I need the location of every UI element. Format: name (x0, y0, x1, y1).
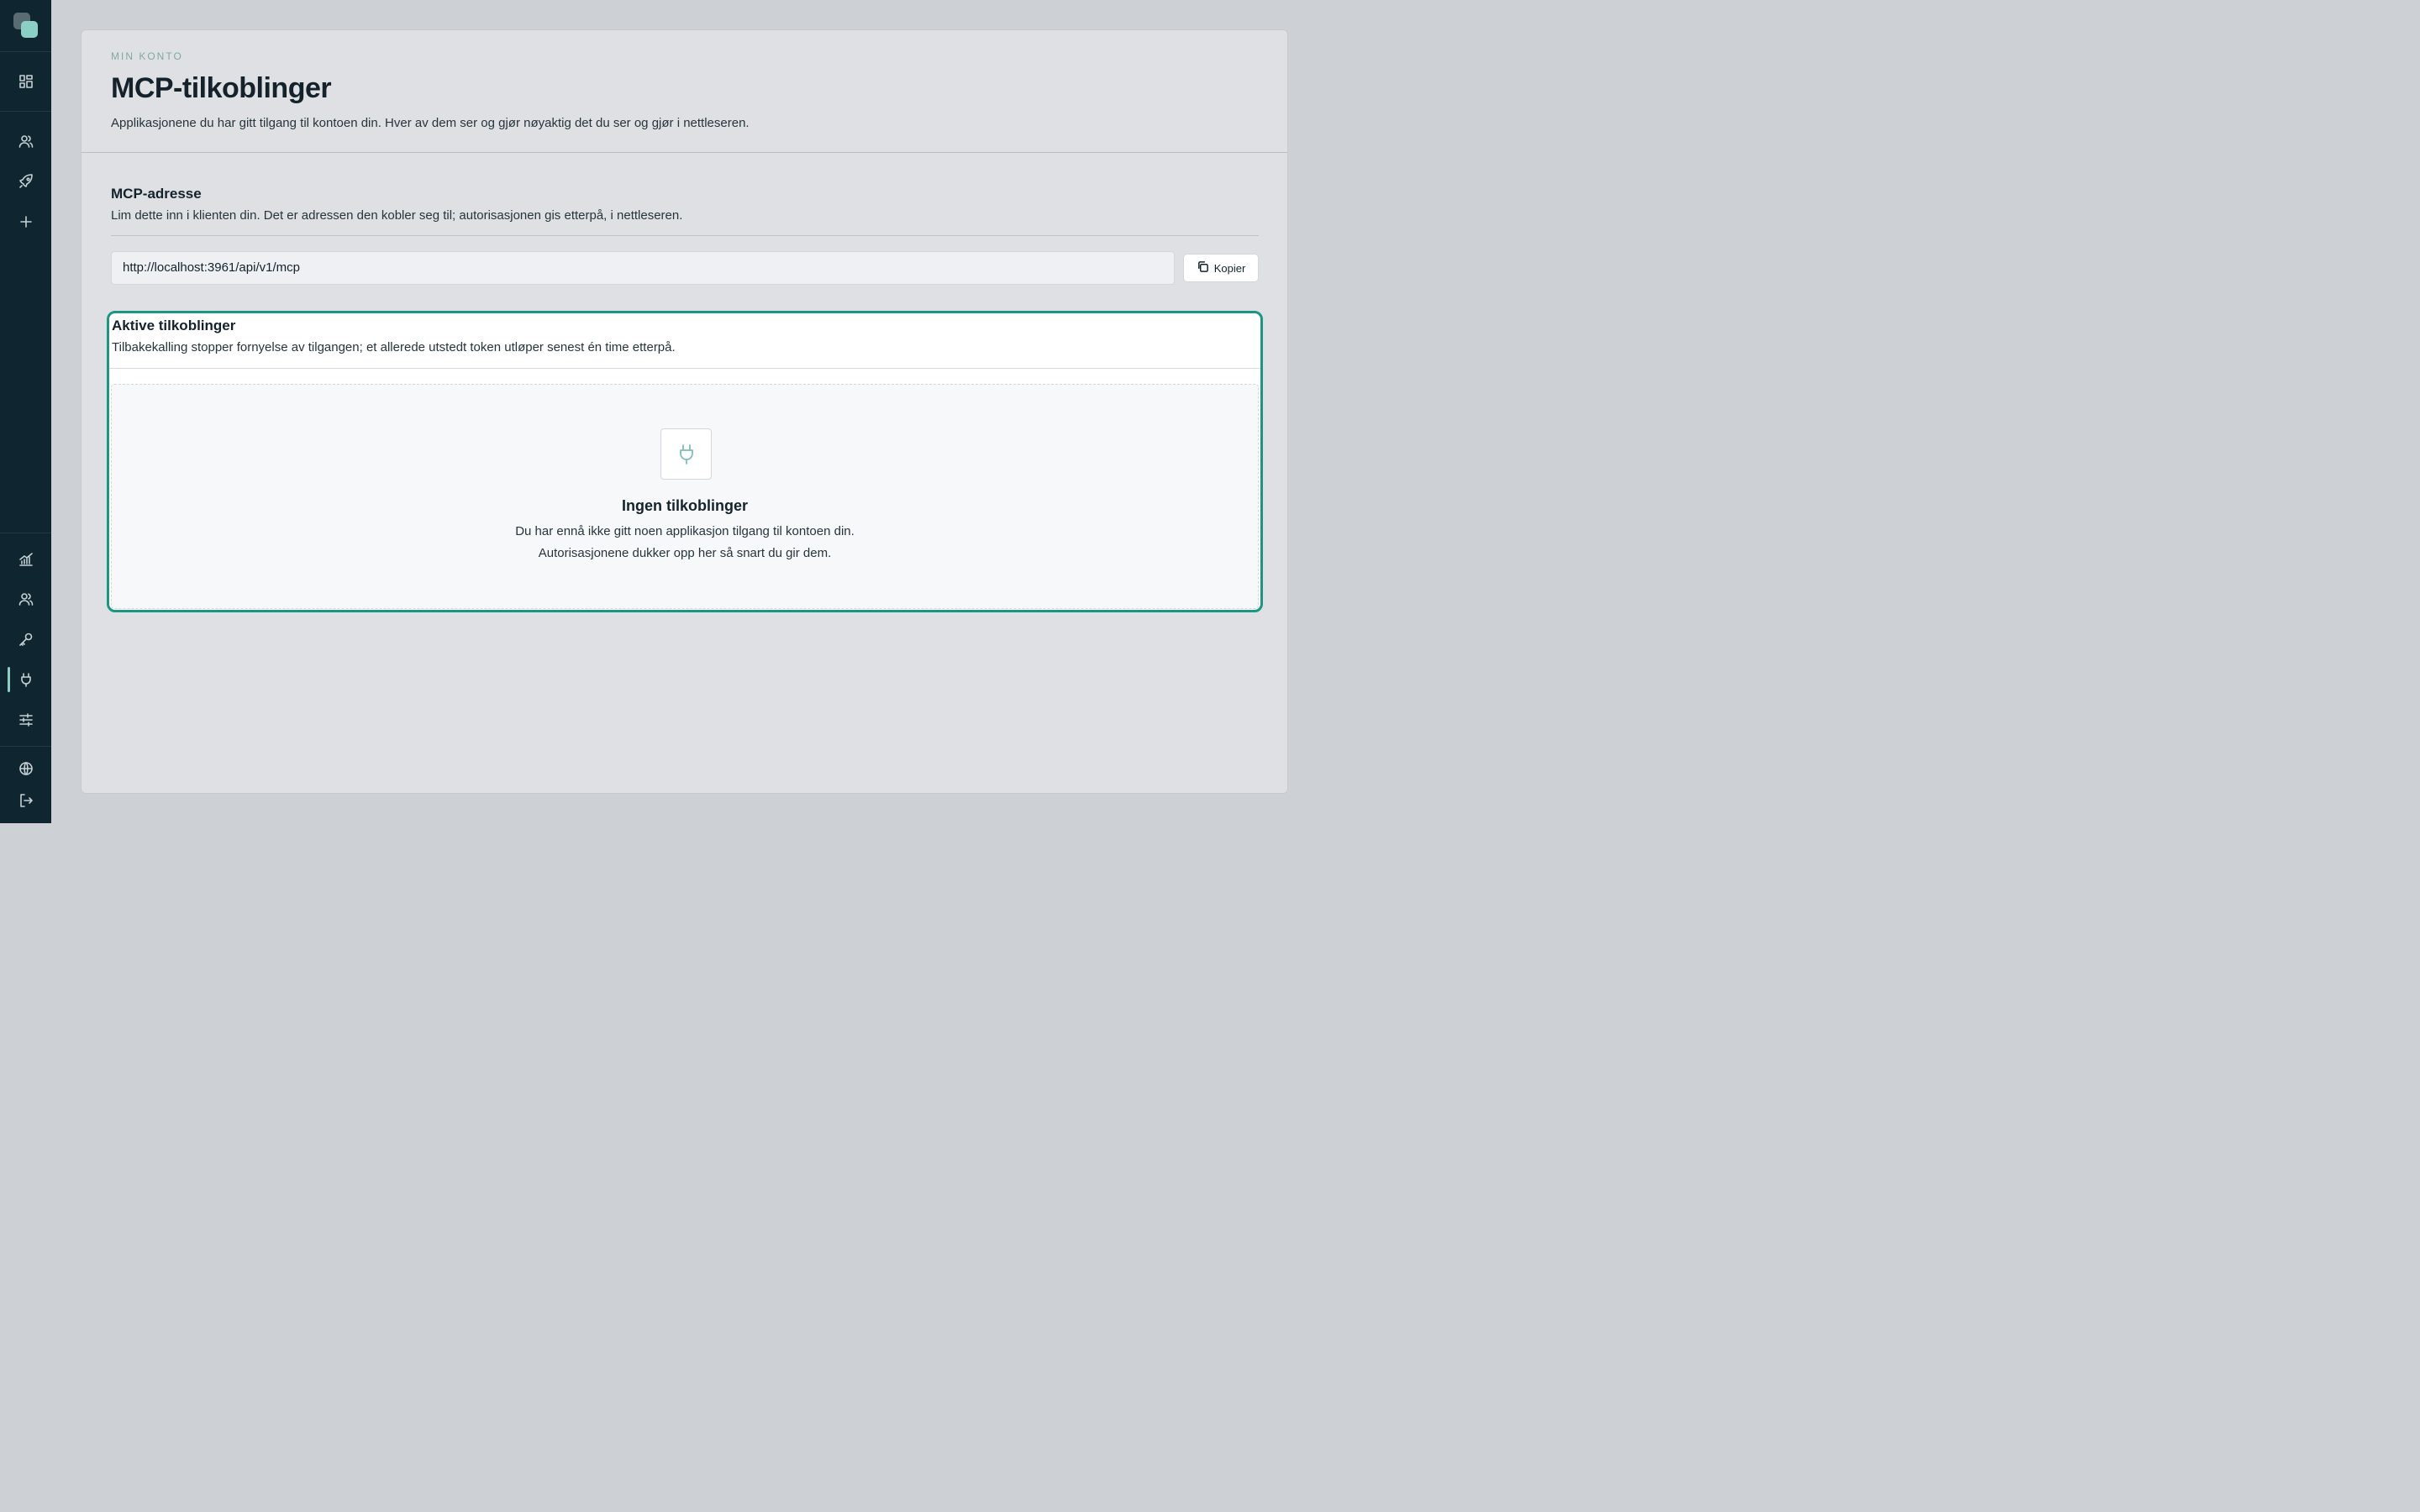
page-subtitle: Applikasjonene du har gitt tilgang til k… (111, 116, 750, 130)
active-indicator (8, 667, 10, 692)
header-divider (82, 152, 1287, 153)
mcp-address-subtitle: Lim dette inn i klienten din. Det er adr… (111, 208, 683, 223)
rocket-icon[interactable] (16, 171, 36, 192)
sidebar-divider (0, 746, 51, 747)
app-logo[interactable] (13, 13, 39, 38)
copy-button[interactable]: Kopier (1183, 254, 1259, 282)
section-divider (111, 235, 1259, 236)
sidebar-divider (0, 111, 51, 112)
copy-icon (1197, 260, 1209, 276)
sidebar (0, 0, 51, 823)
mcp-url-field[interactable]: http://localhost:3961/api/v1/mcp (111, 251, 1175, 285)
sliders-icon[interactable] (16, 710, 36, 730)
globe-icon[interactable] (16, 759, 36, 779)
active-connections-title: Aktive tilkoblinger (112, 318, 236, 333)
main-card: MIN KONTO MCP-tilkoblinger Applikasjonen… (81, 29, 1288, 794)
empty-state-text: Autorisasjonene dukker opp her så snart … (538, 546, 832, 560)
breadcrumb: MIN KONTO (111, 50, 183, 62)
logout-icon[interactable] (16, 790, 36, 811)
page-title: MCP-tilkoblinger (111, 72, 332, 104)
plug-icon (660, 428, 712, 480)
plus-icon[interactable] (16, 212, 36, 232)
empty-state-text: Du har ennå ikke gitt noen applikasjon t… (515, 524, 855, 538)
copy-button-label: Kopier (1213, 261, 1246, 275)
plug-icon[interactable] (16, 669, 36, 690)
users-icon[interactable] (16, 131, 36, 151)
empty-state-title: Ingen tilkoblinger (621, 497, 748, 514)
dashboard-icon[interactable] (16, 71, 36, 92)
key-icon[interactable] (16, 629, 36, 649)
chart-icon[interactable] (16, 549, 36, 570)
empty-state: Ingen tilkoblinger Du har ennå ikke gitt… (111, 384, 1259, 609)
users-icon[interactable] (16, 589, 36, 609)
active-connections-subtitle: Tilbakekalling stopper fornyelse av tilg… (112, 340, 676, 354)
active-connections-panel: Aktive tilkoblinger Tilbakekalling stopp… (107, 311, 1263, 612)
sidebar-divider (0, 51, 51, 52)
mcp-address-title: MCP-adresse (111, 186, 202, 202)
section-divider (109, 368, 1260, 369)
